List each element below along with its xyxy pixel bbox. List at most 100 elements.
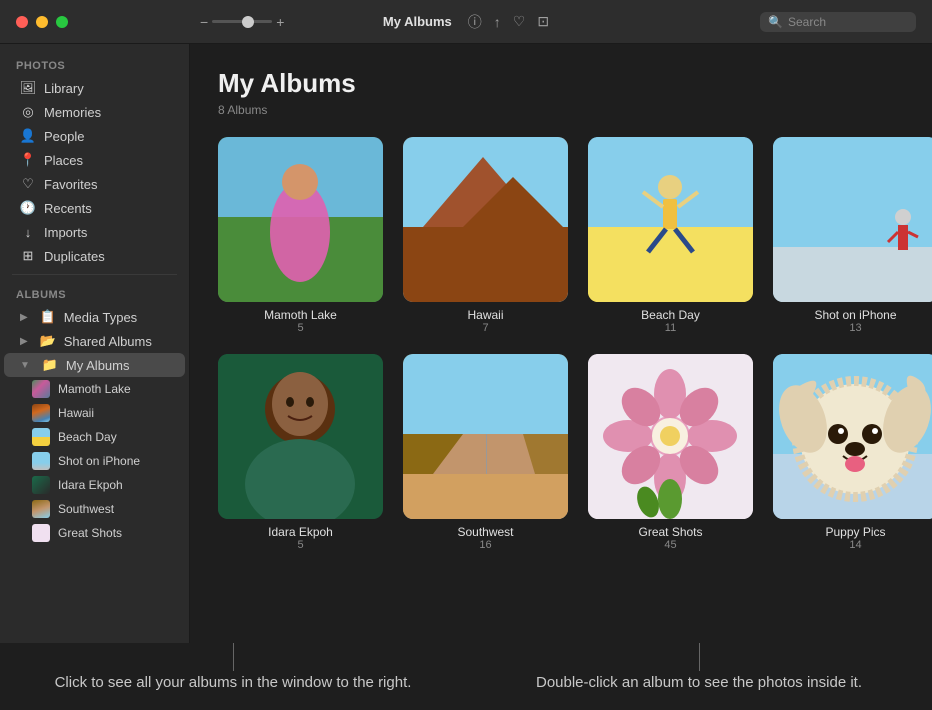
album-count-great: 45 xyxy=(664,539,676,551)
album-count-puppy: 14 xyxy=(849,539,861,551)
album-thumb-shot-on-iphone xyxy=(773,137,932,302)
idara-ekpoh-sub-thumb xyxy=(32,476,50,494)
album-hawaii[interactable]: Hawaii 7 xyxy=(403,137,568,334)
sidebar-sub-hawaii[interactable]: Hawaii xyxy=(4,401,185,425)
shot-on-iphone-sub-thumb xyxy=(32,452,50,470)
sidebar-sub-label-idara: Idara Ekpoh xyxy=(58,478,123,492)
minimize-button[interactable] xyxy=(36,16,48,28)
album-count-southwest: 16 xyxy=(479,539,491,551)
places-icon: 📍 xyxy=(20,152,36,168)
album-count-hawaii: 7 xyxy=(482,322,488,334)
sidebar-item-label-people: People xyxy=(44,129,84,144)
people-icon: 👤 xyxy=(20,128,36,144)
southwest-sub-thumb xyxy=(32,500,50,518)
zoom-control: − + xyxy=(200,14,284,30)
album-idara-ekpoh[interactable]: Idara Ekpoh 5 xyxy=(218,354,383,551)
expand-arrow-shared: ▶ xyxy=(20,336,28,347)
sidebar-sub-label-great: Great Shots xyxy=(58,526,122,540)
albums-grid: Mamoth Lake 5 Hawaii 7 xyxy=(218,137,904,551)
shared-albums-icon: 📂 xyxy=(40,333,56,349)
album-great-shots[interactable]: Great Shots 45 xyxy=(588,354,753,551)
sidebar-item-label-favorites: Favorites xyxy=(44,177,97,192)
sidebar-item-people[interactable]: 👤 People xyxy=(4,124,185,148)
library-icon: 🖼 xyxy=(20,80,36,96)
search-input[interactable] xyxy=(788,15,908,29)
titlebar: − + My Albums ⓘ ↑ ♡ ⊡ 🔍 xyxy=(0,0,932,44)
album-count-beach: 11 xyxy=(665,322,676,334)
sidebar-item-label-library: Library xyxy=(44,81,84,96)
album-thumb-hawaii xyxy=(403,137,568,302)
album-name-hawaii: Hawaii xyxy=(467,308,503,322)
photos-section-label: Photos xyxy=(0,52,189,76)
imports-icon: ↓ xyxy=(20,224,36,240)
annotation-right: Double-click an album to see the photos … xyxy=(486,643,912,694)
sidebar-item-label-imports: Imports xyxy=(44,225,87,240)
annotation-text-right: Double-click an album to see the photos … xyxy=(536,671,862,694)
mamoth-lake-thumb xyxy=(32,380,50,398)
sidebar-item-label-memories: Memories xyxy=(44,105,101,120)
album-thumb-beach-day xyxy=(588,137,753,302)
memories-icon: ◎ xyxy=(20,104,36,120)
share-icon[interactable]: ↑ xyxy=(494,14,501,30)
albums-count: 8 Albums xyxy=(218,103,904,117)
album-puppy-pics[interactable]: Puppy Pics 14 xyxy=(773,354,932,551)
heart-icon[interactable]: ♡ xyxy=(513,13,526,30)
favorites-icon: ♡ xyxy=(20,176,36,192)
album-count-idara: 5 xyxy=(297,539,303,551)
zoom-minus-button[interactable]: − xyxy=(200,14,208,30)
album-beach-day[interactable]: Beach Day 11 xyxy=(588,137,753,334)
page-title: My Albums xyxy=(218,68,904,99)
sidebar-item-library[interactable]: 🖼 Library xyxy=(4,76,185,100)
close-button[interactable] xyxy=(16,16,28,28)
sidebar-item-label-recents: Recents xyxy=(44,201,92,216)
sidebar-item-memories[interactable]: ◎ Memories xyxy=(4,100,185,124)
expand-arrow-my-albums: ▼ xyxy=(20,360,30,371)
sidebar-sub-mamoth-lake[interactable]: Mamoth Lake xyxy=(4,377,185,401)
sidebar-group-label-my-albums: My Albums xyxy=(66,358,130,373)
sidebar-sub-label-hawaii: Hawaii xyxy=(58,406,94,420)
annotation-line-right xyxy=(699,643,700,671)
albums-section-label: Albums xyxy=(0,281,189,305)
duplicates-icon: ⊞ xyxy=(20,248,36,264)
sidebar-group-media-types[interactable]: ▶ 📋 Media Types xyxy=(4,305,185,329)
maximize-button[interactable] xyxy=(56,16,68,28)
search-bar[interactable]: 🔍 xyxy=(760,12,916,32)
album-mamoth-lake[interactable]: Mamoth Lake 5 xyxy=(218,137,383,334)
album-thumb-great-shots xyxy=(588,354,753,519)
sidebar-sub-idara-ekpoh[interactable]: Idara Ekpoh xyxy=(4,473,185,497)
sidebar-sub-southwest[interactable]: Southwest xyxy=(4,497,185,521)
my-albums-icon: 📁 xyxy=(42,357,58,373)
album-name-idara: Idara Ekpoh xyxy=(268,525,333,539)
album-thumb-idara xyxy=(218,354,383,519)
content-area: My Albums 8 Albums Mamoth Lake xyxy=(190,44,932,643)
zoom-plus-button[interactable]: + xyxy=(276,14,284,30)
hawaii-thumb xyxy=(32,404,50,422)
sidebar-item-imports[interactable]: ↓ Imports xyxy=(4,220,185,244)
album-southwest[interactable]: Southwest 16 xyxy=(403,354,568,551)
crop-icon[interactable]: ⊡ xyxy=(537,13,549,30)
album-name-mamoth: Mamoth Lake xyxy=(264,308,337,322)
album-count-mamoth: 5 xyxy=(297,322,303,334)
great-shots-sub-thumb xyxy=(32,524,50,542)
sidebar-group-shared-albums[interactable]: ▶ 📂 Shared Albums xyxy=(4,329,185,353)
info-icon[interactable]: ⓘ xyxy=(468,12,482,32)
sidebar-sub-beach-day[interactable]: Beach Day xyxy=(4,425,185,449)
sidebar-sub-shot-on-iphone[interactable]: Shot on iPhone xyxy=(4,449,185,473)
sidebar-item-label-duplicates: Duplicates xyxy=(44,249,105,264)
annotation-left: Click to see all your albums in the wind… xyxy=(20,643,446,694)
main-layout: Photos 🖼 Library ◎ Memories 👤 People 📍 P… xyxy=(0,44,932,643)
sidebar-item-recents[interactable]: 🕐 Recents xyxy=(4,196,185,220)
window-title: My Albums xyxy=(383,14,452,29)
zoom-slider[interactable] xyxy=(212,20,272,23)
album-name-beach: Beach Day xyxy=(641,308,700,322)
zoom-thumb[interactable] xyxy=(242,16,254,28)
sidebar-group-label-shared: Shared Albums xyxy=(64,334,152,349)
album-thumb-mamoth-lake xyxy=(218,137,383,302)
sidebar-item-favorites[interactable]: ♡ Favorites xyxy=(4,172,185,196)
sidebar-sub-great-shots[interactable]: Great Shots xyxy=(4,521,185,545)
annotation-text-left: Click to see all your albums in the wind… xyxy=(55,671,412,694)
sidebar-item-places[interactable]: 📍 Places xyxy=(4,148,185,172)
sidebar-item-duplicates[interactable]: ⊞ Duplicates xyxy=(4,244,185,268)
album-shot-on-iphone[interactable]: Shot on iPhone 13 xyxy=(773,137,932,334)
sidebar-group-my-albums[interactable]: ▼ 📁 My Albums xyxy=(4,353,185,377)
